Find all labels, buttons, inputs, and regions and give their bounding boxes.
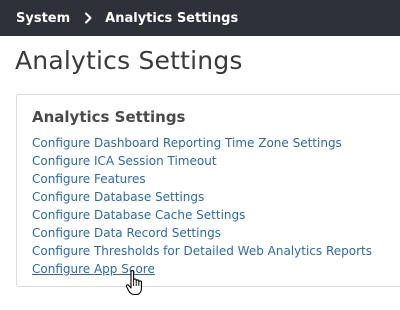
dashboard-time-zone-link[interactable]: Configure Dashboard Reporting Time Zone …: [32, 136, 342, 150]
ica-session-timeout-link[interactable]: Configure ICA Session Timeout: [32, 154, 217, 168]
breadcrumb: System Analytics Settings: [0, 0, 400, 36]
page-title: Analytics Settings: [15, 46, 243, 75]
database-settings-link[interactable]: Configure Database Settings: [32, 190, 204, 204]
breadcrumb-analytics-settings: Analytics Settings: [105, 10, 239, 26]
breadcrumb-system[interactable]: System: [16, 11, 70, 26]
analytics-settings-panel: Analytics Settings Configure Dashboard R…: [16, 94, 400, 287]
features-link[interactable]: Configure Features: [32, 172, 146, 186]
chevron-right-icon: [81, 11, 95, 25]
panel-title: Analytics Settings: [32, 108, 186, 126]
database-cache-settings-link[interactable]: Configure Database Cache Settings: [32, 208, 245, 222]
app-score-link[interactable]: Configure App Score: [32, 262, 155, 276]
settings-link-list: Configure Dashboard Reporting Time Zone …: [32, 134, 372, 278]
web-analytics-thresholds-link[interactable]: Configure Thresholds for Detailed Web An…: [32, 244, 372, 258]
data-record-settings-link[interactable]: Configure Data Record Settings: [32, 226, 221, 240]
